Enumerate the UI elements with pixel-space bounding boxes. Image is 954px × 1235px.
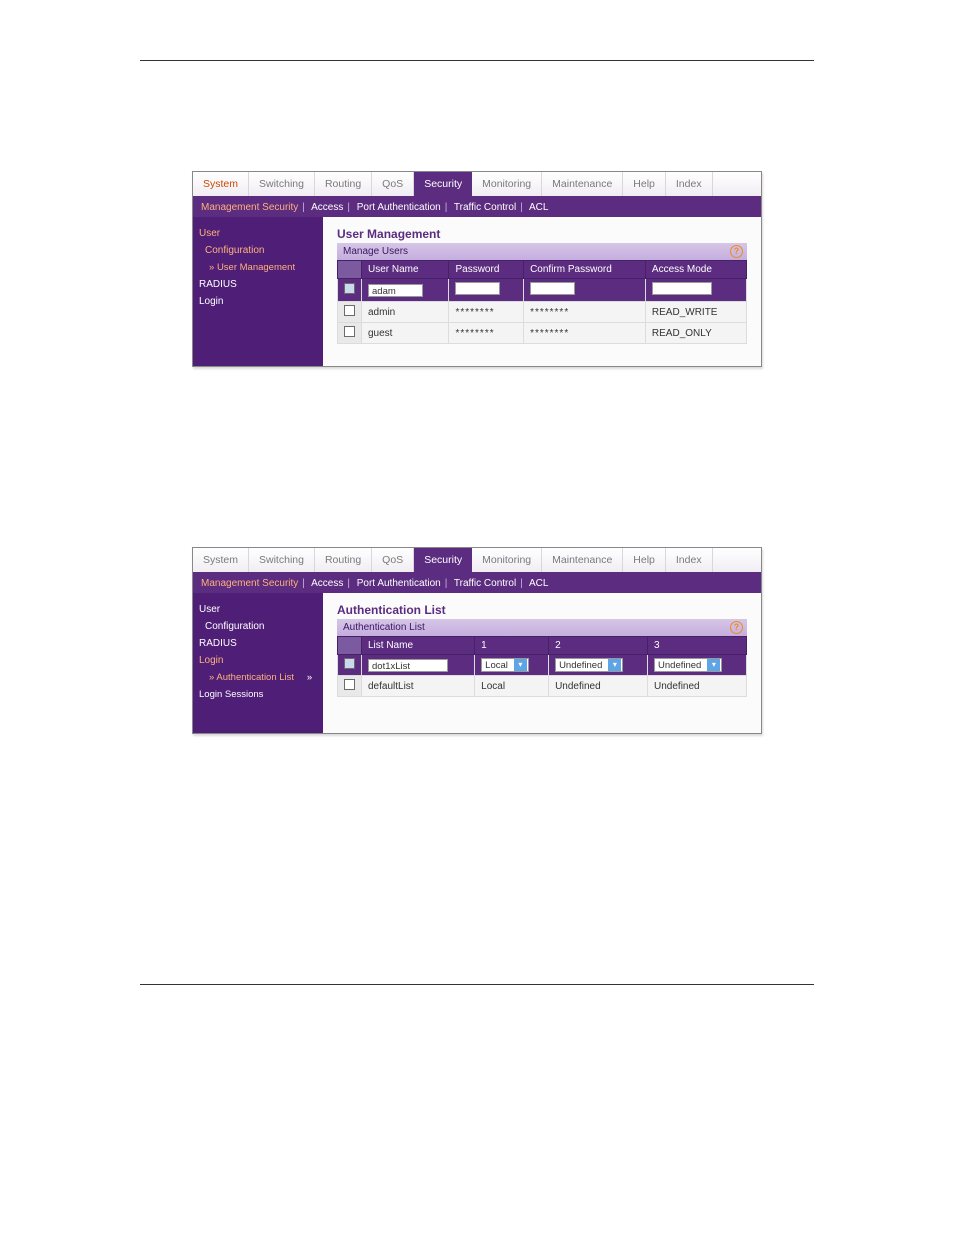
sub-tabs: Management Security| Access| Port Authen… [193,198,761,217]
cell-method-3: Undefined [648,676,747,697]
auth-list-table: List Name 1 2 3 dot1xList Local▾ Undefin… [337,636,747,697]
subtab-acl[interactable]: ACL [529,578,548,589]
panel-header: Manage Users ? [337,243,747,260]
chevron-down-icon: ▾ [514,659,527,671]
bottom-rule [140,984,814,985]
checkbox[interactable] [344,326,355,337]
col-checkbox [338,637,362,655]
col-list-name: List Name [362,637,475,655]
confirm-password-input[interactable] [530,282,575,295]
table-input-row: dot1xList Local▾ Undefined▾ Undefined▾ [338,655,747,676]
sidebar: User Configuration » User Management RAD… [193,217,323,366]
cell-password: ******** [449,302,524,323]
table-input-row: adam [338,279,747,302]
subtab-mgmt-security[interactable]: Management Security [201,202,298,213]
method-3-select[interactable]: Undefined▾ [654,658,722,672]
cell-username: guest [362,323,449,344]
tab-monitoring[interactable]: Monitoring [472,172,542,196]
cell-password: ******** [449,323,524,344]
cell-list-name: defaultList [362,676,475,697]
tab-maintenance[interactable]: Maintenance [542,548,623,572]
page-title: Authentication List [337,603,747,617]
sidebar-item-authentication-list[interactable]: » Authentication List [199,672,294,683]
checkbox[interactable] [344,658,355,669]
cell-method-2: Undefined [549,676,648,697]
subtab-acl[interactable]: ACL [529,202,548,213]
help-icon[interactable]: ? [730,621,743,634]
col-password: Password [449,261,524,279]
username-input[interactable]: adam [368,284,423,297]
col-1: 1 [475,637,549,655]
method-2-select[interactable]: Undefined▾ [555,658,623,672]
tab-qos[interactable]: QoS [372,172,414,196]
tab-help[interactable]: Help [623,548,666,572]
tab-switching[interactable]: Switching [249,172,315,196]
tab-security[interactable]: Security [414,172,472,196]
checkbox[interactable] [344,283,355,294]
col-username: User Name [362,261,449,279]
tab-help[interactable]: Help [623,172,666,196]
chevron-down-icon: ▾ [608,659,621,671]
tab-index[interactable]: Index [666,548,713,572]
col-3: 3 [648,637,747,655]
subtab-traffic[interactable]: Traffic Control [454,202,516,213]
subtab-access[interactable]: Access [311,202,343,213]
tab-qos[interactable]: QoS [372,548,414,572]
cell-confirm-password: ******** [524,302,646,323]
method-1-select[interactable]: Local▾ [481,658,529,672]
cell-method-1: Local [475,676,549,697]
col-checkbox [338,261,362,279]
sidebar-item-user[interactable]: User [199,225,317,242]
tab-system[interactable]: System [193,172,249,196]
checkbox[interactable] [344,679,355,690]
cell-username: admin [362,302,449,323]
subtab-traffic[interactable]: Traffic Control [454,578,516,589]
help-icon[interactable]: ? [730,245,743,258]
sidebar-item-configuration[interactable]: Configuration [199,242,317,259]
sub-tabs: Management Security| Access| Port Authen… [193,574,761,593]
tab-routing[interactable]: Routing [315,548,372,572]
cell-access-mode: READ_WRITE [645,302,746,323]
tab-switching[interactable]: Switching [249,548,315,572]
table-row: defaultList Local Undefined Undefined [338,676,747,697]
sidebar-item-user[interactable]: User [199,601,317,618]
screenshot-user-management: System Switching Routing QoS Security Mo… [192,171,762,367]
chevron-down-icon: ▾ [707,659,720,671]
top-rule [140,60,814,61]
sidebar-item-radius[interactable]: RADIUS [199,276,317,293]
subtab-port-auth[interactable]: Port Authentication [357,578,441,589]
table-row: guest ******** ******** READ_ONLY [338,323,747,344]
tab-routing[interactable]: Routing [315,172,372,196]
cell-access-mode: READ_ONLY [645,323,746,344]
subtab-mgmt-security[interactable]: Management Security [201,578,298,589]
password-input[interactable] [455,282,500,295]
users-table: User Name Password Confirm Password Acce… [337,260,747,344]
tab-maintenance[interactable]: Maintenance [542,172,623,196]
main-tabs: System Switching Routing QoS Security Mo… [193,172,761,198]
tab-security[interactable]: Security [414,548,472,572]
tab-monitoring[interactable]: Monitoring [472,548,542,572]
cell-confirm-password: ******** [524,323,646,344]
tab-system[interactable]: System [193,548,249,572]
page-title: User Management [337,227,747,241]
sidebar: User Configuration RADIUS Login » Authen… [193,593,323,733]
table-row: admin ******** ******** READ_WRITE [338,302,747,323]
subtab-access[interactable]: Access [311,578,343,589]
col-2: 2 [549,637,648,655]
access-mode-input[interactable] [652,282,712,295]
screenshot-authentication-list: System Switching Routing QoS Security Mo… [192,547,762,734]
panel-header: Authentication List ? [337,619,747,636]
checkbox[interactable] [344,305,355,316]
sidebar-item-configuration[interactable]: Configuration [199,618,317,635]
col-confirm-password: Confirm Password [524,261,646,279]
col-access-mode: Access Mode [645,261,746,279]
tab-index[interactable]: Index [666,172,713,196]
main-tabs: System Switching Routing QoS Security Mo… [193,548,761,574]
list-name-input[interactable]: dot1xList [368,659,448,672]
sidebar-item-login[interactable]: Login [199,293,317,310]
sidebar-item-radius[interactable]: RADIUS [199,635,317,652]
sidebar-item-login[interactable]: Login [199,652,317,669]
sidebar-item-user-management[interactable]: » User Management [199,262,295,273]
subtab-port-auth[interactable]: Port Authentication [357,202,441,213]
